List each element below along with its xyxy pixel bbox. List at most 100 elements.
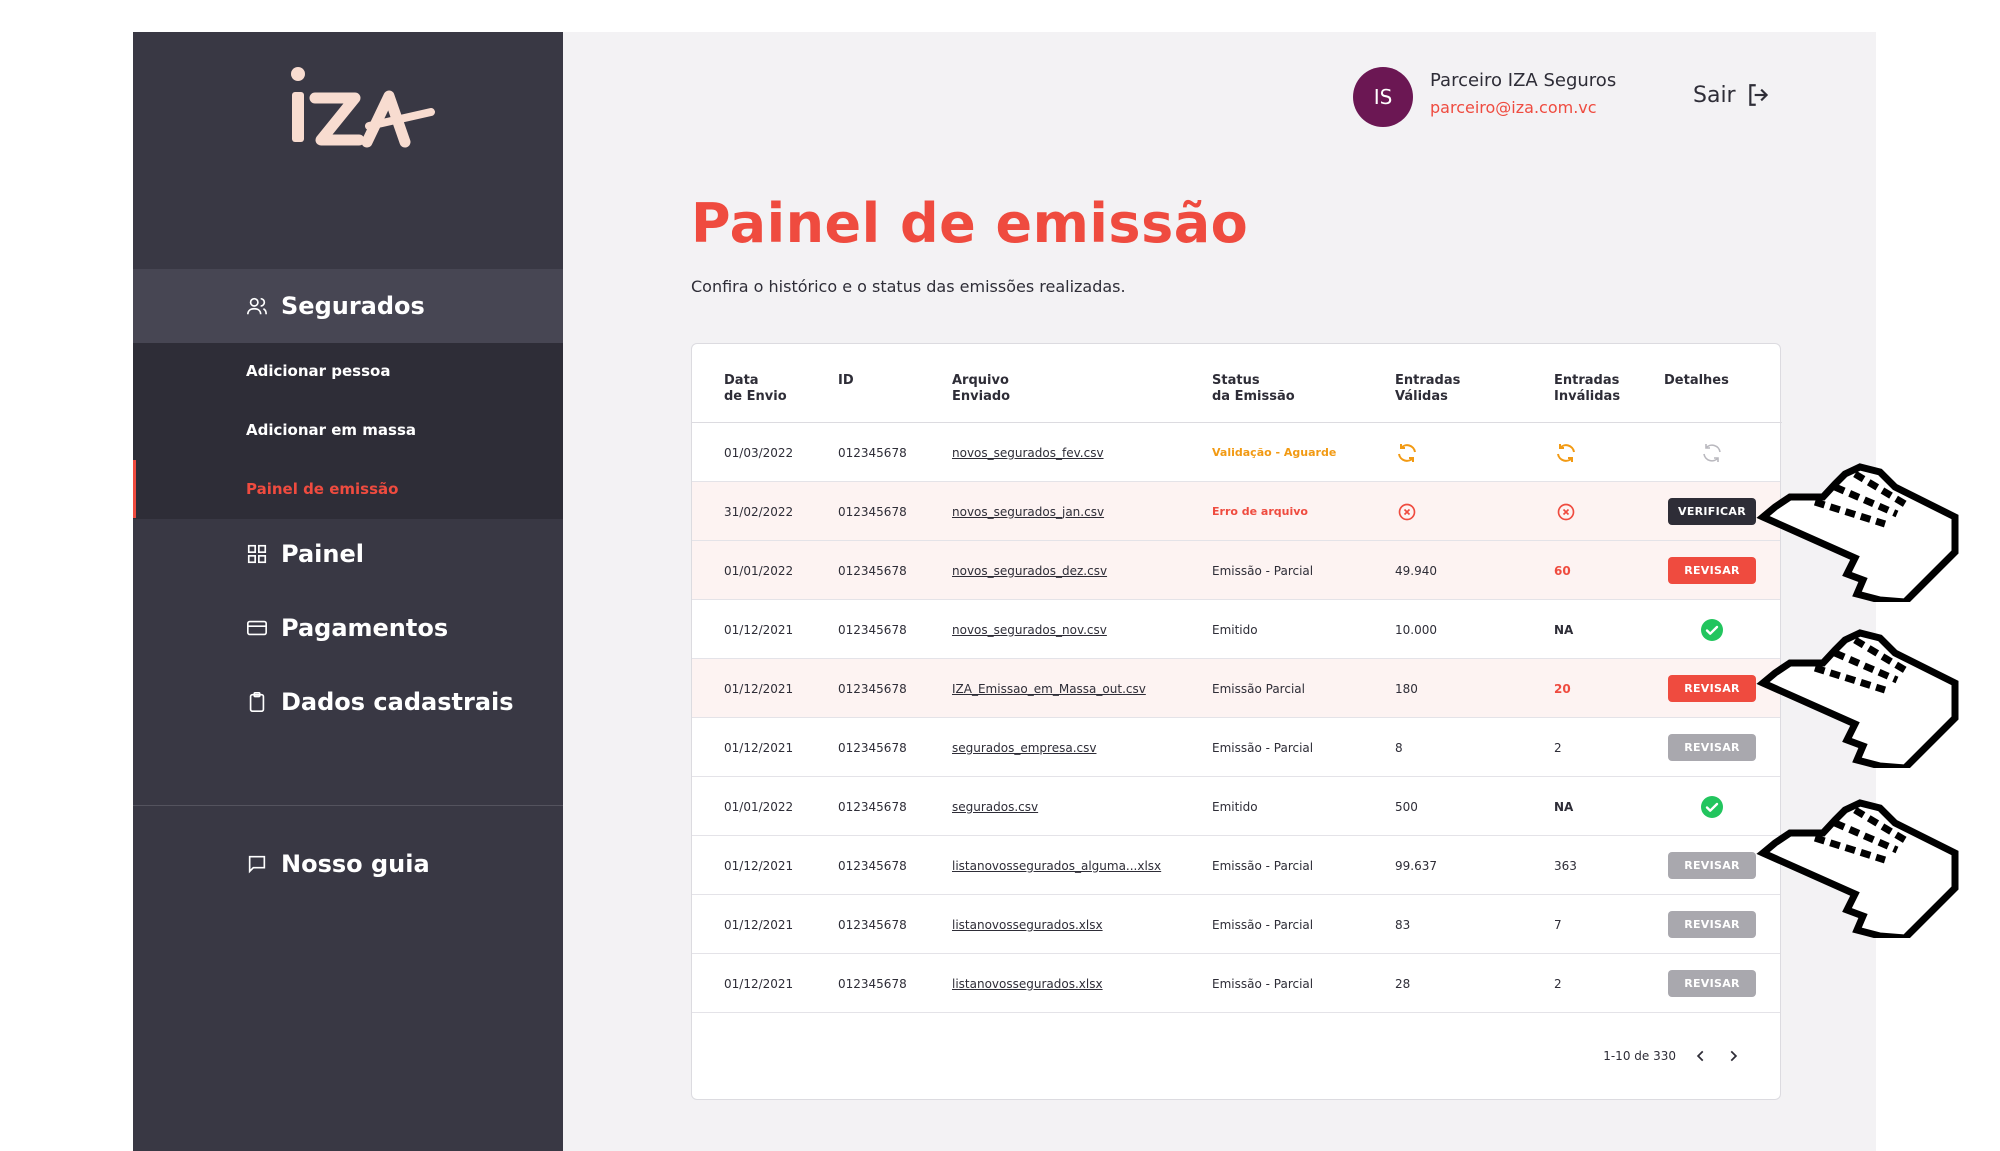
user-name: Parceiro IZA Seguros xyxy=(1430,70,1617,91)
cell-id: 012345678 xyxy=(838,622,907,637)
cell-file-link[interactable]: novos_segurados_nov.csv xyxy=(952,600,1107,659)
cell-id: 012345678 xyxy=(838,563,907,578)
cell-date: 01/12/2021 xyxy=(724,917,794,932)
revisar-button[interactable]: REVISAR xyxy=(1668,675,1756,702)
table-row: 01/01/2022 012345678 novos_segurados_dez… xyxy=(692,541,1780,600)
cell-status: Emissão - Parcial xyxy=(1212,563,1314,578)
nav-nosso-guia[interactable]: Nosso guia xyxy=(245,850,430,878)
th-data-envio: Data de Envio xyxy=(724,373,787,404)
pointing-hand-icon xyxy=(1756,463,1959,602)
cell-status: Emitido xyxy=(1212,799,1258,814)
active-indicator xyxy=(133,460,136,518)
cell-status: Erro de arquivo xyxy=(1212,505,1308,518)
subnav-painel-de-emissao[interactable]: Painel de emissão xyxy=(246,480,398,498)
cell-id: 012345678 xyxy=(838,858,907,873)
subnav-adicionar-pessoa[interactable]: Adicionar pessoa xyxy=(246,362,390,380)
cell-file-link[interactable]: novos_segurados_dez.csv xyxy=(952,541,1107,600)
cell-id: 012345678 xyxy=(838,681,907,696)
nav-divider xyxy=(133,805,563,806)
th-entradas-invalidas: Entradas Inválidas xyxy=(1554,373,1621,404)
cell-status: Emissão - Parcial xyxy=(1212,917,1314,932)
cell-file-link[interactable]: listanovossegurados_alguma...xlsx xyxy=(952,836,1161,895)
cell-valid: 500 xyxy=(1395,799,1418,814)
cell-date: 01/01/2022 xyxy=(724,799,794,814)
cell-id: 012345678 xyxy=(838,799,907,814)
nav-painel[interactable]: Painel xyxy=(245,540,364,568)
cell-invalid: 2 xyxy=(1554,740,1562,755)
page-title: Painel de emissão xyxy=(691,192,1249,255)
cell-valid: 10.000 xyxy=(1395,622,1437,637)
check-icon xyxy=(1700,600,1724,659)
cell-file-link[interactable]: IZA_Emissao_em_Massa_out.csv xyxy=(952,659,1146,718)
cell-invalid: 2 xyxy=(1554,976,1562,991)
cell-id: 012345678 xyxy=(838,976,907,991)
cell-file-link[interactable]: novos_segurados_fev.csv xyxy=(952,423,1104,482)
grid-icon xyxy=(245,542,269,566)
logout-button[interactable]: Sair xyxy=(1693,82,1772,108)
credit-card-icon xyxy=(245,616,269,640)
cell-invalid: NA xyxy=(1554,622,1574,637)
cell-valid: 180 xyxy=(1395,681,1418,696)
error-icon xyxy=(1397,482,1417,541)
chevron-left-icon[interactable] xyxy=(1694,1049,1708,1063)
pagination: 1-10 de 330 xyxy=(1603,1049,1740,1063)
revisar-button[interactable]: REVISAR xyxy=(1668,911,1756,938)
user-email: parceiro@iza.com.vc xyxy=(1430,98,1597,117)
cell-invalid: 7 xyxy=(1554,917,1562,932)
revisar-button[interactable]: REVISAR xyxy=(1668,970,1756,997)
cell-invalid: 20 xyxy=(1554,681,1571,696)
table-row: 01/12/2021 012345678 listanovossegurados… xyxy=(692,895,1780,954)
th-arquivo: Arquivo Enviado xyxy=(952,373,1011,404)
table-row: 01/12/2021 012345678 novos_segurados_nov… xyxy=(692,600,1780,659)
avatar[interactable]: IS xyxy=(1353,67,1413,127)
pointing-hand-icon xyxy=(1756,629,1959,768)
cell-date: 01/12/2021 xyxy=(724,622,794,637)
cell-status: Emissão Parcial xyxy=(1212,681,1305,696)
subnav-adicionar-em-massa[interactable]: Adicionar em massa xyxy=(246,421,416,439)
app-frame: Segurados Adicionar pessoa Adicionar em … xyxy=(133,32,1876,1151)
cell-invalid: 60 xyxy=(1554,563,1571,578)
nav-nosso-guia-label: Nosso guia xyxy=(281,850,430,878)
verificar-button[interactable]: VERIFICAR xyxy=(1668,498,1756,525)
cell-id: 012345678 xyxy=(838,917,907,932)
cell-date: 31/02/2022 xyxy=(724,504,794,519)
cell-date: 01/12/2021 xyxy=(724,681,794,696)
nav-segurados[interactable]: Segurados xyxy=(133,269,563,343)
table-row: 01/12/2021 012345678 listanovossegurados… xyxy=(692,836,1780,895)
nav-dados-cadastrais[interactable]: Dados cadastrais xyxy=(245,688,514,716)
nav-pagamentos-label: Pagamentos xyxy=(281,614,449,642)
cell-file-link[interactable]: listanovossegurados.xlsx xyxy=(952,954,1103,1013)
th-id: ID xyxy=(838,373,854,388)
th-entradas-validas: Entradas Válidas xyxy=(1395,373,1461,404)
emissions-table: Data de Envio ID Arquivo Enviado Status … xyxy=(691,343,1782,1100)
cell-file-link[interactable]: segurados.csv xyxy=(952,777,1038,836)
cell-valid: 99.637 xyxy=(1395,858,1437,873)
cell-date: 01/12/2021 xyxy=(724,858,794,873)
revisar-button[interactable]: REVISAR xyxy=(1668,734,1756,761)
cell-date: 01/12/2021 xyxy=(724,740,794,755)
cell-id: 012345678 xyxy=(838,445,907,460)
clipboard-icon xyxy=(245,690,269,714)
table-header: Data de Envio ID Arquivo Enviado Status … xyxy=(692,344,1782,423)
iza-logo xyxy=(291,67,435,148)
cell-date: 01/03/2022 xyxy=(724,445,794,460)
cell-file-link[interactable]: segurados_empresa.csv xyxy=(952,718,1096,777)
th-status: Status da Emissão xyxy=(1212,373,1295,404)
table-row: 01/01/2022 012345678 segurados.csv Emiti… xyxy=(692,777,1780,836)
refresh-icon xyxy=(1395,423,1419,482)
cell-status: Emissão - Parcial xyxy=(1212,858,1314,873)
nav-pagamentos[interactable]: Pagamentos xyxy=(245,614,448,642)
revisar-button[interactable]: REVISAR xyxy=(1668,852,1756,879)
revisar-button[interactable]: REVISAR xyxy=(1668,557,1756,584)
cell-invalid: NA xyxy=(1554,799,1574,814)
table-footer: 1-10 de 330 xyxy=(692,1019,1780,1099)
cell-date: 01/01/2022 xyxy=(724,563,794,578)
cell-file-link[interactable]: listanovossegurados.xlsx xyxy=(952,895,1103,954)
chevron-right-icon[interactable] xyxy=(1726,1049,1740,1063)
cell-valid: 28 xyxy=(1395,976,1411,991)
table-row: 31/02/2022 012345678 novos_segurados_jan… xyxy=(692,482,1780,541)
cell-valid: 49.940 xyxy=(1395,563,1437,578)
table-row: 01/12/2021 012345678 IZA_Emissao_em_Mass… xyxy=(692,659,1780,718)
logout-label: Sair xyxy=(1693,82,1736,108)
cell-file-link[interactable]: novos_segurados_jan.csv xyxy=(952,482,1104,541)
